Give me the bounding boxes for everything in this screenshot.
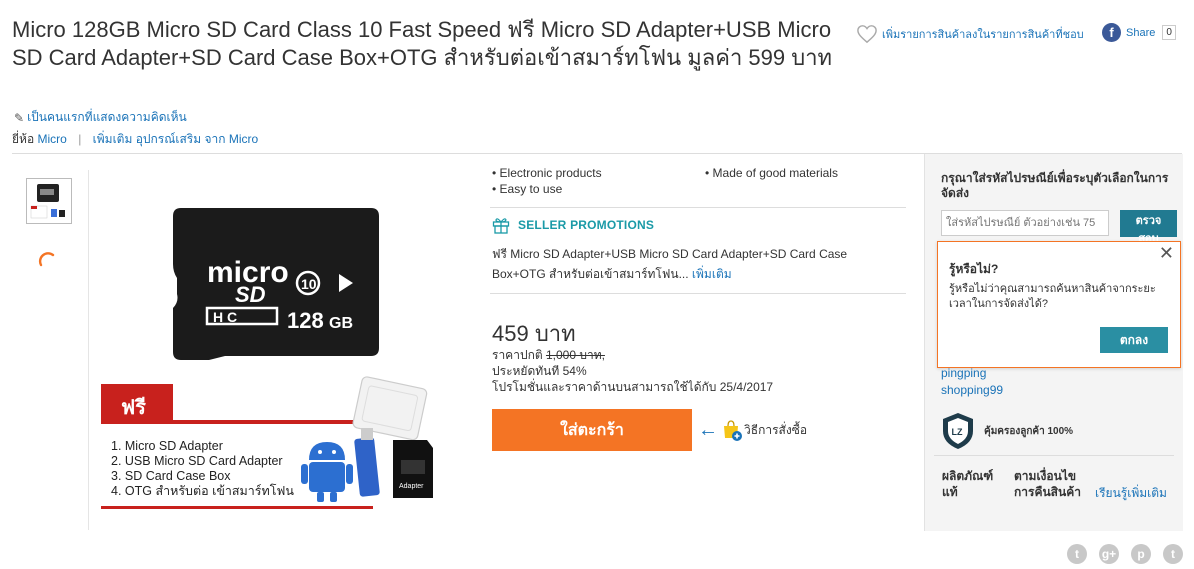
promotion-text: ฟรี Micro SD Adapter+USB Micro SD Card A… xyxy=(492,244,902,284)
thumbnail-image xyxy=(29,181,69,221)
guarantee-label: คุ้มครองลูกค้า 100% xyxy=(984,425,1074,437)
brand-line: ยี่ห้อ Micro | เพิ่มเติม อุปกรณ์เสริม จา… xyxy=(12,130,258,149)
seller-name-line-2[interactable]: shopping99 xyxy=(941,383,1003,397)
gift-icon xyxy=(492,218,510,234)
seller-promotions-title: SELLER PROMOTIONS xyxy=(518,218,655,232)
highlight-item: • Easy to use xyxy=(492,182,563,196)
arrow-left-icon: ← xyxy=(698,418,718,441)
customer-guarantee: LZ คุ้มครองลูกค้า 100% xyxy=(940,411,1073,451)
free-label: ฟรี xyxy=(121,396,146,419)
popup-ok-button[interactable]: ตกลง xyxy=(1100,327,1168,353)
facebook-icon: f xyxy=(1102,23,1121,42)
share-count: 0 xyxy=(1162,25,1176,40)
how-to-order-label: วิธีการสั่งซื้อ xyxy=(744,422,808,437)
heart-icon xyxy=(857,25,877,44)
free-item-4: 4. OTG สำหรับต่อ เข้าสมาร์ทโฟน xyxy=(111,483,294,498)
review-link[interactable]: ✎ เป็นคนแรกที่แสดงความคิดเห็น xyxy=(14,108,187,127)
svg-text:H C: H C xyxy=(213,309,237,325)
pencil-icon: ✎ xyxy=(14,110,25,125)
delivery-heading: กรุณาใส่รหัสไปรษณีย์เพื่อระบุตัวเลือกในก… xyxy=(941,171,1169,200)
how-to-order-link[interactable]: ← วิธีการสั่งซื้อ xyxy=(698,418,807,442)
zip-code-input[interactable] xyxy=(941,210,1109,236)
seller-name-line-1[interactable]: pingping xyxy=(941,366,986,380)
card-unit-text: GB xyxy=(329,315,353,332)
wishlist-link[interactable]: เพิ่มรายการสินค้าลงในรายการสินค้าที่ชอบ xyxy=(856,24,1084,44)
close-icon[interactable]: ✕ xyxy=(1159,243,1174,264)
brand-more-link[interactable]: เพิ่มเติม อุปกรณ์เสริม จาก Micro xyxy=(93,132,259,146)
return-policy-label: ตามเงื่อนไขการคืนสินค้า xyxy=(1014,469,1081,499)
svg-text:SD: SD xyxy=(235,282,266,307)
loading-spinner-icon xyxy=(38,252,55,267)
authentic-product-label: ผลิตภัณฑ์แท้ xyxy=(942,469,994,499)
highlight-item: • Made of good materials xyxy=(705,166,838,180)
brand-prefix: ยี่ห้อ xyxy=(12,132,35,146)
saving-label: ประหยัดทันที xyxy=(492,364,560,378)
did-you-know-popup: ✕ รู้หรือไม่? รู้หรือไม่ว่าคุณสามารถค้นห… xyxy=(937,241,1181,368)
tumblr-icon[interactable]: t xyxy=(1163,544,1183,564)
regular-price-label: ราคาปกติ xyxy=(492,348,543,362)
brand-link[interactable]: Micro xyxy=(38,132,67,146)
card-size-text: 128 xyxy=(287,308,324,333)
sidebar-divider xyxy=(934,455,1174,456)
pinterest-icon[interactable]: p xyxy=(1131,544,1151,564)
free-item-1: 1. Micro SD Adapter xyxy=(111,439,223,453)
free-item-2: 2. USB Micro SD Card Adapter xyxy=(111,454,283,468)
seller-promotions-heading: SELLER PROMOTIONS xyxy=(492,216,654,234)
promotion-description: ฟรี Micro SD Adapter+USB Micro SD Card A… xyxy=(492,247,848,281)
check-zip-button[interactable]: ตรวจสอบ xyxy=(1120,210,1177,245)
promotion-divider xyxy=(490,293,906,294)
promotion-validity: โปรโมชั่นและราคาด้านบนสามารถใช้ได้กับ 25… xyxy=(492,380,774,394)
wishlist-label: เพิ่มรายการสินค้าลงในรายการสินค้าที่ชอบ xyxy=(882,29,1084,41)
saving-value: 54% xyxy=(562,364,587,378)
gallery-thumbnail[interactable] xyxy=(26,178,72,224)
review-link-label: เป็นคนแรกที่แสดงความคิดเห็น xyxy=(27,110,187,124)
twitter-icon[interactable]: t xyxy=(1067,544,1087,564)
highlights-divider xyxy=(490,207,906,208)
free-item-3: 3. SD Card Case Box xyxy=(111,469,231,483)
adapter-label: Adapter xyxy=(399,483,424,490)
googleplus-icon[interactable]: g+ xyxy=(1099,544,1119,564)
shopping-bag-icon xyxy=(724,420,742,441)
share-label: Share xyxy=(1126,26,1156,39)
regular-price-value: 1,000 บาท, xyxy=(545,348,605,362)
product-title: Micro 128GB Micro SD Card Class 10 Fast … xyxy=(12,17,833,70)
learn-more-link[interactable]: เรียนรู้เพิ่มเติม xyxy=(1095,484,1167,503)
facebook-share-button[interactable]: f Share 0 xyxy=(1102,23,1176,42)
popup-text: รู้หรือไม่ว่าคุณสามารถค้นหาสินค้าจากระยะ… xyxy=(949,283,1156,310)
promotion-more-link[interactable]: เพิ่มเติม xyxy=(692,267,732,281)
svg-text:LZ: LZ xyxy=(952,427,963,437)
brand-separator: | xyxy=(78,132,82,146)
popup-heading: รู้หรือไม่? xyxy=(949,262,999,276)
add-to-cart-button[interactable]: ใส่ตะกร้า xyxy=(492,409,692,451)
gallery-divider xyxy=(88,170,89,530)
shield-icon: LZ xyxy=(943,413,973,449)
card-class-text: 10 xyxy=(301,276,317,292)
highlight-item: • Electronic products xyxy=(492,166,602,180)
product-image: micro 10 SD H C 128 GB ฟรี 1. Micro SD A… xyxy=(101,208,433,509)
